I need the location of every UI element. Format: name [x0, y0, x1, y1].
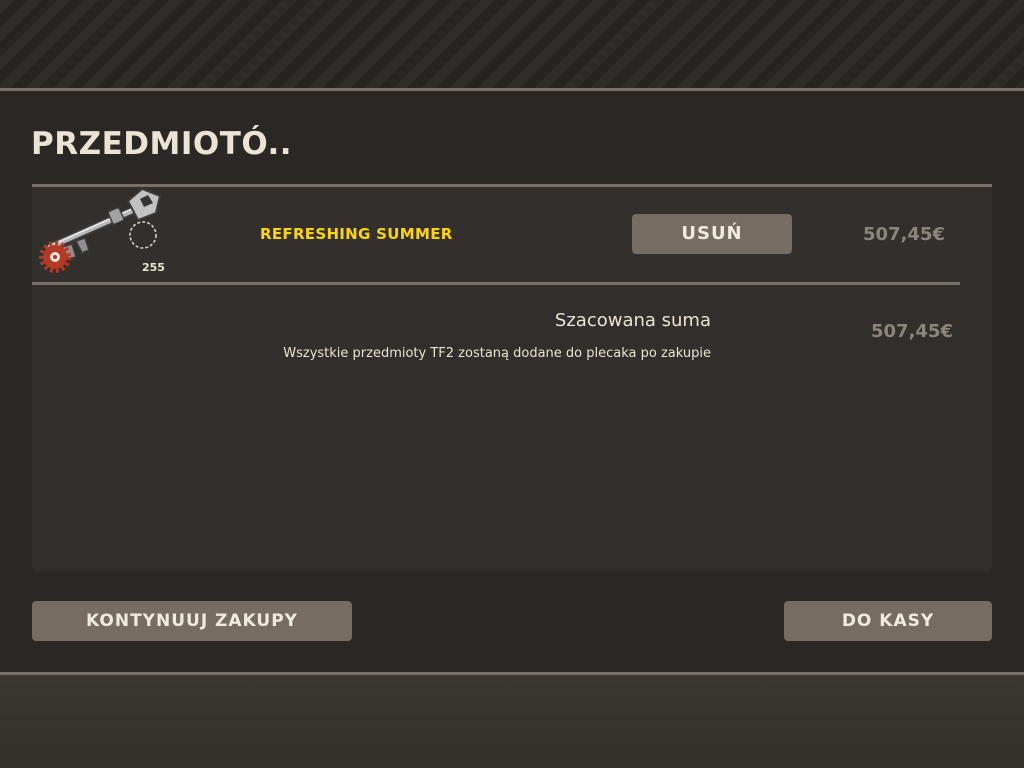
estimated-total-price: 507,45€	[871, 321, 953, 342]
header-background	[0, 0, 1024, 88]
remove-button[interactable]: USUŃ	[632, 214, 792, 254]
checkout-button[interactable]: DO KASY	[784, 601, 992, 641]
item-quantity: 255	[142, 261, 165, 274]
footer-background	[0, 675, 1024, 768]
item-price: 507,45€	[863, 224, 945, 245]
continue-shopping-button[interactable]: KONTYNUUJ ZAKUPY	[32, 601, 352, 641]
estimated-total-label: Szacowana suma	[554, 310, 711, 331]
cart-item-row: 255 REFRESHING SUMMER USUŃ 507,45€	[32, 187, 960, 282]
page-title: PRZEDMIOTÓ..	[31, 126, 293, 162]
cart-panel: 255 REFRESHING SUMMER USUŃ 507,45€ Szaco…	[32, 184, 992, 571]
row-divider	[32, 282, 960, 285]
item-name: REFRESHING SUMMER	[260, 225, 453, 243]
backpack-note: Wszystkie przedmioty TF2 zostaną dodane …	[283, 346, 711, 361]
